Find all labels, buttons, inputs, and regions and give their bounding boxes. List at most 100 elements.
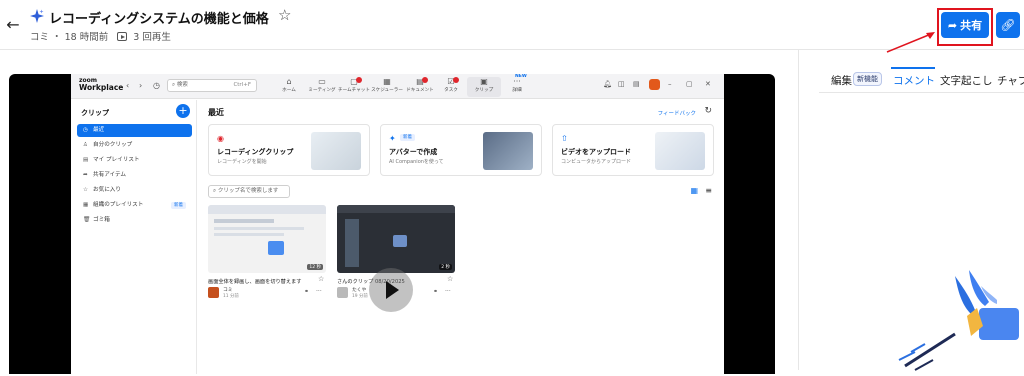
link-icon[interactable]: ⚭ [433, 288, 438, 295]
share-icon: ➦ [83, 172, 88, 178]
share-label: 共有 [960, 19, 983, 32]
record-clip-card[interactable]: ◉ レコーディングクリップ レコーディングを開始 [208, 124, 370, 176]
maximize-icon[interactable]: ▢ [686, 80, 693, 88]
meta-separator: ・ [52, 32, 62, 43]
nav-meetings[interactable]: ▭ ミーティング [305, 77, 339, 93]
video-title[interactable]: 画面全体を録画し、画面を切り替えます [208, 278, 301, 285]
history-icon[interactable]: ◷ [153, 81, 160, 90]
nav-clips[interactable]: ▣ クリップ [467, 77, 501, 97]
feedback-link[interactable]: フィードバック [658, 109, 696, 117]
sidebar-item-favorites[interactable]: ☆ お気に入り [77, 184, 192, 197]
active-tab-indicator [891, 67, 935, 69]
sidebar-item-shared[interactable]: ➦ 共有アイテム [77, 169, 192, 182]
card-thumbnail [655, 132, 705, 170]
new-tag: 新着 [400, 134, 415, 141]
sidebar-title: クリップ [81, 109, 109, 117]
sidebar-item-recent[interactable]: ◷ 最近 [77, 124, 192, 137]
clips-sidebar: クリップ + ◷ 最近 ♙ 自分のクリップ ▤ マイ プレイリスト ➦ 共有アイテム ☆… [71, 100, 197, 374]
more-icon[interactable]: ··· [316, 288, 322, 295]
nav-tasks[interactable]: ☑ タスク [434, 77, 468, 93]
star-icon: ☆ [83, 187, 89, 193]
copy-link-button[interactable]: 🔗︎ [996, 12, 1020, 38]
owner-name: コミ [30, 32, 50, 43]
back-arrow-icon[interactable]: ← [4, 16, 22, 34]
nav-forward-icon[interactable]: › [139, 81, 142, 90]
tab-edit[interactable]: 編集 [831, 73, 852, 88]
video-owner: たくや [352, 288, 367, 293]
video-owner: コミ [223, 288, 233, 293]
calendar-icon: ▦ [383, 77, 391, 86]
card-thumbnail [483, 132, 533, 170]
nav-docs[interactable]: ▤ ドキュメント [403, 77, 437, 93]
ai-sparkle-icon [30, 9, 44, 23]
zoom-logo: zoom Workplace [79, 77, 124, 92]
avatar [337, 287, 348, 298]
tab-divider [819, 92, 1024, 93]
sidebar-item-my-clips[interactable]: ♙ 自分のクリップ [77, 139, 192, 152]
notification-badge [356, 77, 362, 83]
tab-transcript[interactable]: 文字起こし [940, 73, 993, 88]
new-feature-badge: 新機能 [853, 72, 882, 86]
view-count: 3 回再生 [133, 32, 171, 43]
close-icon[interactable]: ✕ [705, 80, 711, 88]
video-player[interactable]: zoom Workplace ‹ › ◷ ⌕ 検索 Ctrl+F ⌂ ホーム ▭ ミー… [9, 74, 775, 374]
sidebar-item-trash[interactable]: 🗑︎ ゴミ箱 [77, 214, 192, 227]
nav-home[interactable]: ⌂ ホーム [272, 77, 306, 93]
play-count-icon [117, 32, 128, 41]
zoom-top-bar: zoom Workplace ‹ › ◷ ⌕ 検索 Ctrl+F ⌂ ホーム ▭ ミー… [71, 74, 724, 99]
favorite-star-icon[interactable]: ☆ [318, 275, 324, 283]
calendar-small-icon[interactable]: ▤ [633, 80, 640, 88]
chat-icon: ▢ [350, 77, 358, 86]
video-time: 19 分前 [352, 294, 368, 299]
sidebar-item-my-playlists[interactable]: ▤ マイ プレイリスト [77, 154, 192, 167]
nav-more[interactable]: ··· 詳細 [500, 77, 534, 93]
chevron-down-icon[interactable]: ⌄ [258, 10, 266, 21]
avatar [208, 287, 219, 298]
share-button[interactable]: ➦ 共有 [941, 12, 989, 38]
tab-comments[interactable]: コメント [893, 73, 935, 88]
playlist-icon: ▤ [83, 157, 89, 163]
card-thumbnail [311, 132, 361, 170]
video-duration: 12 秒 [307, 264, 323, 270]
nav-back-icon[interactable]: ‹ [126, 81, 129, 90]
sidebar-item-org-playlists[interactable]: ▦ 組織のプレイリスト 新着 [77, 199, 192, 212]
nav-scheduler[interactable]: ▦ スケジューラー [370, 77, 404, 93]
new-badge: NEW [515, 74, 527, 79]
clip-search-input[interactable]: ⌕ クリップ名で検索します [208, 185, 290, 198]
trash-icon: 🗑︎ [83, 217, 91, 223]
video-thumbnail[interactable]: 2 秒 [337, 205, 455, 273]
zoom-app-frame: zoom Workplace ‹ › ◷ ⌕ 検索 Ctrl+F ⌂ ホーム ▭ ミー… [71, 74, 724, 374]
tab-chapters[interactable]: チャプター [997, 73, 1024, 88]
video-thumbnail[interactable]: 12 秒 [208, 205, 326, 273]
user-avatar[interactable] [649, 79, 660, 90]
home-icon: ⌂ [286, 77, 292, 86]
grid-view-icon[interactable]: ▦ [690, 186, 698, 195]
new-tag: 新着 [171, 202, 186, 209]
bell-icon[interactable]: 🔔︎ [603, 80, 612, 88]
window-icon[interactable]: ◫ [618, 80, 625, 88]
empty-state-illustration [898, 270, 1019, 371]
refresh-icon[interactable]: ↻ [704, 106, 712, 116]
upload-icon: ⇧ [561, 134, 568, 143]
zoom-search-input[interactable]: ⌕ 検索 Ctrl+F [167, 79, 257, 92]
task-icon: ☑ [447, 77, 455, 86]
nav-team-chat[interactable]: ▢ チームチャット [337, 77, 371, 93]
minimize-icon[interactable]: – [668, 80, 672, 88]
link-icon[interactable]: ⚭ [304, 288, 309, 295]
list-view-icon[interactable]: ≡ [705, 186, 712, 195]
favorite-star-icon[interactable]: ☆ [447, 275, 453, 283]
record-icon: ◉ [217, 134, 224, 143]
more-icon[interactable]: ··· [445, 288, 451, 295]
avatar-create-card[interactable]: ✦ 新着 アバターで作成 AI Companionを使って [380, 124, 542, 176]
time-ago: 18 時間前 [64, 32, 109, 43]
share-arrow-icon: ➦ [947, 18, 958, 32]
new-clip-button[interactable]: + [176, 104, 190, 118]
upload-video-card[interactable]: ⇧ ビデオをアップロード コンピュータからアップロード [552, 124, 714, 176]
notification-badge [453, 77, 459, 83]
favorite-star-icon[interactable]: ☆ [278, 6, 291, 24]
video-icon: ▭ [318, 77, 326, 86]
avatar-icon: ✦ [389, 134, 396, 143]
play-button[interactable] [369, 268, 413, 312]
page-header: ← レコーディングシステムの機能と価格 ⌄ ☆ コミ ・ 18 時間前 3 回再… [0, 0, 1024, 53]
notification-badge [422, 77, 428, 83]
